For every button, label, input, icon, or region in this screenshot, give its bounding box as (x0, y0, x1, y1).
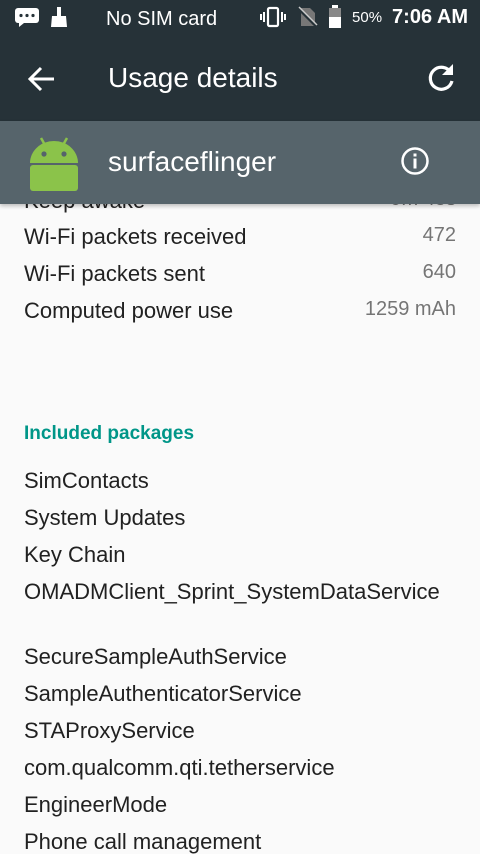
stat-row-power-use: Computed power use 1259 mAh (24, 298, 456, 324)
package-item: Key Chain (24, 542, 126, 567)
carrier-text: No SIM card (106, 8, 218, 30)
stat-label: Wi-Fi packets sent (24, 261, 205, 286)
stat-row-keep-awake: Keep awake 9m 45s (24, 204, 456, 214)
clock: 7:06 AM (392, 5, 468, 28)
battery-icon (329, 5, 342, 28)
cleaning-icon (51, 7, 67, 27)
arrow-back-icon[interactable] (26, 63, 58, 95)
notification-icons (14, 6, 68, 28)
stat-label: Keep awake (24, 204, 145, 214)
message-icon (15, 8, 39, 27)
package-item: SimContacts (24, 468, 149, 493)
status-icons: 50% 7:06 AM (260, 5, 468, 29)
package-item: STAProxyService (24, 718, 195, 743)
page-title: Usage details (108, 62, 278, 93)
stat-value: 472 (422, 224, 456, 246)
package-item: System Updates (24, 505, 186, 530)
battery-percent: 50% (352, 8, 383, 26)
stat-value: 1259 mAh (364, 298, 456, 320)
package-item: Phone call management (24, 829, 262, 854)
stat-value: 9m 45s (390, 204, 456, 214)
included-packages-heading: Included packages (24, 423, 195, 444)
stat-label: Wi-Fi packets received (24, 224, 247, 249)
package-item: EngineerMode (24, 792, 168, 817)
app-name: surfaceflinger (108, 146, 277, 177)
package-item: OMADMClient_Sprint_SystemDataService (24, 579, 440, 604)
stat-row-wifi-received: Wi-Fi packets received 472 (24, 224, 456, 250)
app-bar: Usage details (0, 37, 480, 121)
stat-row-wifi-sent: Wi-Fi packets sent 640 (24, 261, 456, 287)
android-icon (30, 137, 78, 191)
status-bar: No SIM card 50% 7:06 AM (0, 0, 480, 37)
stat-label: Computed power use (24, 298, 234, 323)
stat-value: 640 (422, 261, 456, 283)
usage-details-list[interactable]: Keep awake 9m 45s Wi-Fi packets received… (0, 204, 480, 854)
vibrate-icon (260, 6, 287, 28)
package-item: SampleAuthenticatorService (24, 681, 302, 706)
info-icon[interactable] (400, 146, 430, 176)
no-sim-icon (296, 6, 318, 28)
app-header: surfaceflinger (0, 121, 480, 204)
refresh-icon[interactable] (424, 61, 458, 95)
package-item: com.qualcomm.qti.tetherservice (24, 755, 335, 780)
package-item: SecureSampleAuthService (24, 644, 287, 669)
